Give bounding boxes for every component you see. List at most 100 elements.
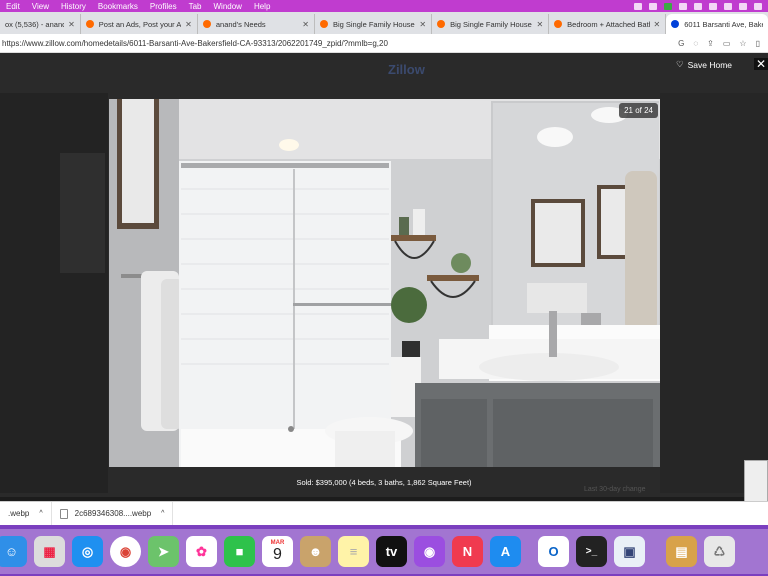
background-right-panel (660, 93, 768, 493)
archive-utility-icon[interactable]: ▤ (666, 536, 697, 567)
google-lens-icon[interactable]: G (678, 39, 684, 48)
tab-anands-needs[interactable]: anand's Needs ✕ (198, 14, 315, 34)
url-text[interactable]: https://www.zillow.com/homedetails/6011-… (2, 39, 388, 48)
download-item[interactable]: 2c689346308....webp ^ (52, 502, 174, 525)
menu-history[interactable]: History (55, 2, 92, 11)
tab-label: anand's Needs (215, 19, 266, 29)
preview-icon[interactable]: ▣ (614, 536, 645, 567)
search-icon[interactable] (724, 2, 732, 10)
listing-photo[interactable]: 21 of 24 (109, 99, 660, 467)
craigslist-favicon-icon (319, 20, 328, 28)
share-icon[interactable]: ⇪ (707, 39, 714, 48)
terminal-icon[interactable]: >_ (576, 536, 607, 567)
siri-icon[interactable] (754, 2, 762, 10)
menu-help[interactable]: Help (248, 2, 276, 11)
cast-icon[interactable]: ▭ (723, 39, 731, 48)
heart-icon: ♡ (676, 59, 684, 69)
download-shelf: .webp ^ 2c689346308....webp ^ (0, 501, 768, 525)
safari-icon[interactable]: ◎ (72, 536, 103, 567)
maps-icon[interactable]: ➤ (148, 536, 179, 567)
tab-inbox[interactable]: ox (5,536) - anand.nsit@ ✕ (0, 14, 81, 34)
background-photo (60, 153, 105, 273)
tab-post-ads[interactable]: Post an Ads, Post your Ads ✕ (81, 14, 198, 34)
photo-caption: Sold: $395,000 (4 beds, 3 baths, 1,862 S… (296, 478, 472, 487)
close-tab-icon[interactable]: ✕ (419, 20, 426, 29)
close-tab-icon[interactable]: ✕ (654, 20, 661, 29)
calendar-icon[interactable]: MAR 9 (262, 536, 293, 567)
close-tab-icon[interactable]: ✕ (302, 20, 309, 29)
trash-icon[interactable]: ♺ (704, 536, 735, 567)
status-icon[interactable] (649, 2, 657, 10)
save-home-label: Save Home (687, 59, 733, 70)
wifi-icon[interactable] (709, 2, 717, 10)
chevron-up-icon[interactable]: ^ (39, 510, 42, 517)
close-tab-icon[interactable]: ✕ (536, 20, 543, 29)
menu-edit[interactable]: Edit (0, 2, 26, 11)
craigslist-favicon-icon (437, 20, 446, 28)
menu-view[interactable]: View (26, 2, 55, 11)
tab-bedroom-bathroom[interactable]: Bedroom + Attached Bathro ✕ (549, 14, 667, 34)
status-icon[interactable] (694, 2, 702, 10)
finder-icon[interactable]: ☺ (0, 536, 27, 567)
tab-big-single-family-1[interactable]: Big Single Family House For ✕ (315, 14, 433, 34)
background-last-30-day-change: Last 30-day change (584, 486, 646, 493)
menu-window[interactable]: Window (208, 2, 248, 11)
craigslist-favicon-icon (85, 20, 94, 28)
zillow-page: Zillow ♡ Save Home ✕ 21 of 24 Sold: $395… (0, 53, 768, 497)
close-lightbox-button[interactable]: ✕ (754, 57, 768, 71)
background-left-panel (0, 93, 108, 493)
photos-icon[interactable]: ✿ (186, 536, 217, 567)
notes-icon[interactable]: ≡ (338, 536, 369, 567)
contacts-icon[interactable]: ☻ (300, 536, 331, 567)
menubar-status-icons (634, 2, 768, 10)
launchpad-icon[interactable]: ▦ (34, 536, 65, 567)
photo-counter: 21 of 24 (619, 103, 658, 118)
tab-big-single-family-2[interactable]: Big Single Family House For ✕ (432, 14, 550, 34)
facetime-icon[interactable]: ■ (224, 536, 255, 567)
macos-dock: ☺ ▦ ◎ ◉ ➤ ✿ ■ MAR 9 ☻ ≡ tv ◉ N A O >_ ▣ … (0, 529, 768, 574)
tab-label: 6011 Barsanti Ave, Bakersfie (684, 19, 763, 29)
address-bar[interactable]: https://www.zillow.com/homedetails/6011-… (0, 34, 768, 53)
craigslist-favicon-icon (202, 20, 211, 28)
close-icon: ✕ (755, 57, 767, 71)
tab-label: Post an Ads, Post your Ads (98, 19, 182, 29)
save-home-button[interactable]: ♡ Save Home (676, 59, 732, 70)
menu-tab[interactable]: Tab (183, 2, 208, 11)
download-filename: 2c689346308....webp (74, 509, 152, 518)
sidepanel-icon[interactable]: ▯ (756, 39, 760, 48)
zillow-favicon-icon (671, 20, 680, 28)
chevron-up-icon[interactable]: ^ (161, 510, 164, 517)
download-item[interactable]: .webp ^ (0, 502, 52, 525)
control-center-icon[interactable] (739, 2, 747, 10)
outlook-icon[interactable]: O (538, 536, 569, 567)
zillow-logo: Zillow (388, 61, 425, 77)
close-tab-icon[interactable]: ✕ (68, 20, 75, 29)
browser-tab-bar: ox (5,536) - anand.nsit@ ✕ Post an Ads, … (0, 12, 768, 34)
macos-menubar: Edit View History Bookmarks Profiles Tab… (0, 0, 768, 12)
tab-zillow-barsanti[interactable]: 6011 Barsanti Ave, Bakersfie (666, 14, 768, 34)
app-store-icon[interactable]: A (490, 536, 521, 567)
calendar-day: 9 (273, 545, 282, 563)
address-bar-tools: G ◌ ⇪ ▭ ☆ ▯ (678, 39, 768, 48)
status-icon[interactable] (634, 2, 642, 10)
close-tab-icon[interactable]: ✕ (185, 20, 192, 29)
tab-label: Big Single Family House For (332, 19, 415, 29)
podcasts-icon[interactable]: ◉ (414, 536, 445, 567)
file-icon (59, 508, 68, 519)
tab-label: ox (5,536) - anand.nsit@ (5, 19, 64, 29)
download-filename: .webp (8, 509, 30, 518)
status-icon[interactable] (664, 2, 672, 10)
apple-tv-icon[interactable]: tv (376, 536, 407, 567)
news-icon[interactable]: N (452, 536, 483, 567)
status-icon[interactable] (679, 2, 687, 10)
tab-label: Bedroom + Attached Bathro (567, 19, 649, 29)
bookmark-star-icon[interactable]: ☆ (739, 39, 746, 48)
craigslist-favicon-icon (554, 20, 563, 28)
menu-profiles[interactable]: Profiles (144, 2, 183, 11)
bathroom-photo-image (109, 99, 660, 467)
tab-label: Big Single Family House For (450, 19, 532, 29)
chrome-icon[interactable]: ◉ (110, 536, 141, 567)
eye-slash-icon[interactable]: ◌ (693, 39, 698, 48)
menu-bookmarks[interactable]: Bookmarks (92, 2, 144, 11)
zillow-header-dimmed: Zillow (0, 57, 768, 81)
